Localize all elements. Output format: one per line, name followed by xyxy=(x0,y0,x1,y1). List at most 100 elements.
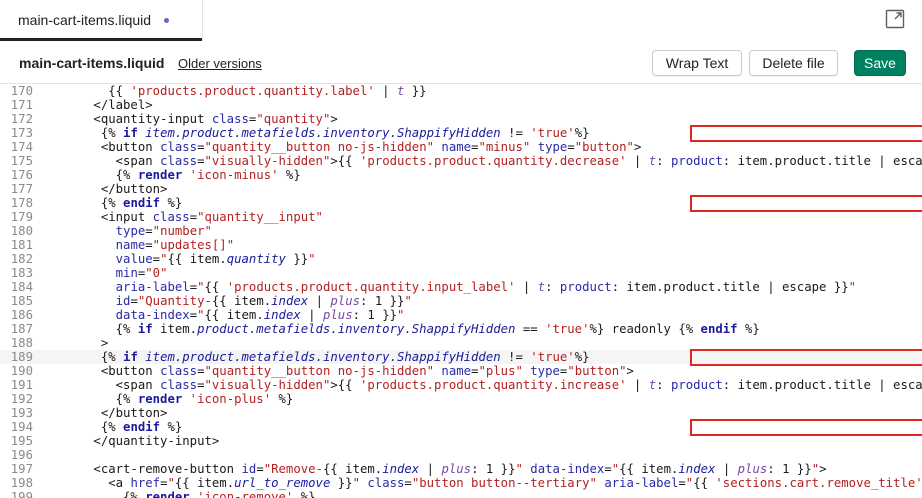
code-line[interactable]: 191 <span class="visually-hidden">{{ 'pr… xyxy=(0,378,922,392)
delete-file-button[interactable]: Delete file xyxy=(749,50,838,76)
code-token: {{ xyxy=(693,476,716,490)
code-line[interactable]: 180 type="number" xyxy=(0,224,922,238)
save-button[interactable]: Save xyxy=(854,50,906,76)
code-token: {% xyxy=(49,196,124,210)
code-token: >{{ xyxy=(330,154,360,168)
code-token: name xyxy=(441,140,472,154)
code-text: {% render 'icon-minus' %} xyxy=(49,168,301,182)
code-line[interactable]: 184 aria-label="{{ 'products.product.qua… xyxy=(0,280,922,294)
code-token: if xyxy=(123,126,138,140)
code-text: {{ 'products.product.quantity.label' | t… xyxy=(49,84,426,98)
code-text: </button> xyxy=(49,182,168,196)
code-token: class xyxy=(160,364,198,378)
code-line[interactable]: 176 {% render 'icon-minus' %} xyxy=(0,168,922,182)
code-token: render xyxy=(145,490,190,498)
code-token: " xyxy=(404,294,412,308)
code-token: data-index xyxy=(530,462,605,476)
code-line[interactable]: 192 {% render 'icon-plus' %} xyxy=(0,392,922,406)
code-token: : item.product.title | escape }}</span> xyxy=(722,154,922,168)
code-token: aria-label xyxy=(115,280,190,294)
code-token: class xyxy=(367,476,405,490)
code-token: == xyxy=(515,322,546,336)
code-text: <button class="quantity__button no-js-hi… xyxy=(49,140,642,154)
code-token: | xyxy=(308,294,331,308)
code-line[interactable]: 185 id="Quantity-{{ item.index | plus: 1… xyxy=(0,294,922,308)
code-token: = xyxy=(130,294,138,308)
wrap-text-button[interactable]: Wrap Text xyxy=(652,50,742,76)
code-line[interactable]: 183 min="0" xyxy=(0,266,922,280)
code-token: <span xyxy=(49,154,161,168)
code-token: {{ item. xyxy=(619,462,679,476)
code-token: | xyxy=(419,462,442,476)
code-line[interactable]: 177 </button> xyxy=(0,182,922,196)
code-token: %} xyxy=(293,490,316,498)
code-token: " xyxy=(167,476,175,490)
line-number: 195 xyxy=(10,434,33,448)
unsaved-dot-icon xyxy=(164,17,170,23)
code-token: : item.product.title | escape }}</span> xyxy=(722,378,922,392)
code-text: {% render 'icon-remove' %} xyxy=(49,490,316,498)
line-number: 172 xyxy=(10,112,33,126)
line-number: 192 xyxy=(10,392,33,406)
code-line[interactable]: 174 <button class="quantity__button no-j… xyxy=(0,140,922,154)
code-line[interactable]: 186 data-index="{{ item.index | plus: 1 … xyxy=(0,308,922,322)
code-line[interactable]: 195 </quantity-input> xyxy=(0,434,922,448)
code-token: "quantity__button no-js-hidden" xyxy=(204,140,435,154)
code-token: </button> xyxy=(49,182,168,196)
code-line[interactable]: 197 <cart-remove-button id="Remove-{{ it… xyxy=(0,462,922,476)
code-line[interactable]: 170 {{ 'products.product.quantity.label'… xyxy=(0,84,922,98)
code-token: {% xyxy=(49,490,146,498)
file-tab[interactable]: main-cart-items.liquid xyxy=(0,0,203,41)
code-token: {{ xyxy=(204,280,227,294)
code-token: type xyxy=(530,364,560,378)
code-token: <span xyxy=(49,378,161,392)
code-token: {% xyxy=(49,392,138,406)
code-text: </quantity-input> xyxy=(49,434,219,448)
code-line[interactable]: 172 <quantity-input class="quantity"> xyxy=(0,112,922,126)
older-versions-link[interactable]: Older versions xyxy=(178,56,262,71)
code-token: {{ item. xyxy=(211,294,272,308)
code-token: > xyxy=(626,364,634,378)
code-token: >{{ xyxy=(330,378,360,392)
code-token: {% xyxy=(49,168,138,182)
code-token: " xyxy=(811,462,820,476)
code-text: </label> xyxy=(49,98,152,112)
code-token: = xyxy=(145,238,153,252)
code-line[interactable]: 179 <input class="quantity__input" xyxy=(0,210,922,224)
code-text: {% if item.product.metafields.inventory.… xyxy=(49,126,590,140)
code-line[interactable]: 198 <a href="{{ item.url_to_remove }}" c… xyxy=(0,476,922,490)
code-line[interactable]: 190 <button class="quantity__button no-j… xyxy=(0,364,922,378)
code-line[interactable]: 196 xyxy=(0,448,922,462)
code-token: = xyxy=(189,280,198,294)
code-token: index xyxy=(678,462,716,476)
editor-toolbar: main-cart-items.liquid Older versions Wr… xyxy=(0,41,922,84)
code-token: | xyxy=(374,84,397,98)
expand-icon[interactable] xyxy=(885,9,905,29)
code-token: plus xyxy=(737,462,768,476)
code-line[interactable]: 187 {% if item.product.metafields.invent… xyxy=(0,322,922,336)
code-token: %} xyxy=(160,196,183,210)
code-line[interactable]: 181 name="updates[]" xyxy=(0,238,922,252)
code-token: <input xyxy=(49,210,153,224)
code-token: if xyxy=(137,322,153,336)
code-line[interactable]: 199 {% render 'icon-remove' %} xyxy=(0,490,922,498)
code-editor[interactable]: 170 {{ 'products.product.quantity.label'… xyxy=(0,84,922,498)
code-token: id xyxy=(241,462,257,476)
code-token: 'true' xyxy=(530,350,575,364)
code-token: {{ item. xyxy=(167,252,227,266)
code-token: : 1 }} xyxy=(352,308,398,322)
code-line[interactable]: 188 > xyxy=(0,336,922,350)
code-line[interactable]: 182 value="{{ item.quantity }}" xyxy=(0,252,922,266)
code-token: "button" xyxy=(567,364,627,378)
line-number: 171 xyxy=(10,98,33,112)
line-number: 188 xyxy=(10,336,33,350)
code-line[interactable]: 171 </label> xyxy=(0,98,922,112)
code-token: type xyxy=(115,224,146,238)
code-token: " xyxy=(197,280,205,294)
code-line[interactable]: 175 <span class="visually-hidden">{{ 'pr… xyxy=(0,154,922,168)
code-token: id xyxy=(115,294,131,308)
code-line[interactable]: 193 </button> xyxy=(0,406,922,420)
